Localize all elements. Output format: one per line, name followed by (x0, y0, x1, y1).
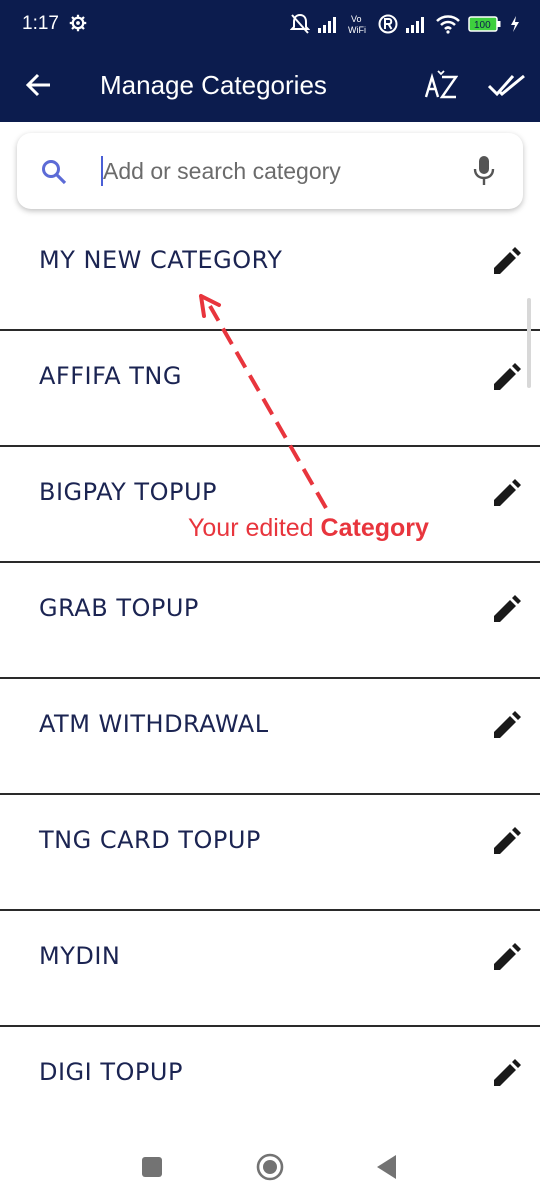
list-item[interactable]: AFFIFA TNG (0, 330, 540, 447)
svg-text:100: 100 (474, 20, 491, 31)
search-bar (17, 133, 523, 209)
annotation-text: Your edited (188, 514, 321, 542)
category-label: MY NEW CATEGORY (39, 246, 283, 274)
battery-icon: 100 (468, 16, 501, 32)
back-arrow-icon[interactable] (24, 70, 54, 100)
category-label: MYDIN (39, 942, 121, 970)
svg-text:Vo: Vo (351, 14, 362, 24)
registered-icon (378, 14, 398, 34)
status-bar: 1:17 Vo WiFi 100 (0, 0, 540, 50)
back-triangle-icon[interactable] (376, 1154, 398, 1180)
category-label: ATM WITHDRAWAL (39, 710, 269, 738)
annotation-text-bold: Category (320, 514, 429, 542)
category-label: DIGI TOPUP (39, 1058, 183, 1086)
edit-pencil-icon[interactable] (490, 1058, 522, 1090)
scrollbar[interactable] (527, 298, 531, 388)
list-item[interactable]: MYDIN (0, 910, 540, 1027)
category-label: TNG CARD TOPUP (39, 826, 261, 854)
wifi-icon (436, 15, 460, 34)
app-bar: Manage Categories (0, 50, 540, 122)
category-label: GRAB TOPUP (39, 594, 199, 622)
page-title: Manage Categories (100, 70, 327, 100)
list-item[interactable]: GRAB TOPUP (0, 562, 540, 679)
edit-pencil-icon[interactable] (490, 826, 522, 858)
home-circle-icon[interactable] (256, 1153, 284, 1181)
settings-gear-icon (69, 14, 87, 32)
list-item[interactable]: TNG CARD TOPUP (0, 794, 540, 911)
double-check-icon[interactable] (488, 72, 526, 100)
edit-pencil-icon[interactable] (490, 710, 522, 742)
list-item[interactable]: DIGI TOPUP (0, 1026, 540, 1142)
muted-bell-icon (290, 13, 310, 34)
vowifi-icon: Vo WiFi (348, 14, 366, 35)
status-time: 1:17 (22, 13, 59, 34)
category-label: BIGPAY TOPUP (39, 478, 217, 506)
annotation-label: Your edited Category (188, 514, 429, 543)
search-input[interactable] (103, 151, 443, 191)
edit-pencil-icon[interactable] (490, 478, 522, 510)
search-icon (42, 160, 67, 185)
recents-square-icon[interactable] (142, 1157, 162, 1177)
edit-pencil-icon[interactable] (490, 594, 522, 626)
edit-pencil-icon[interactable] (490, 246, 522, 278)
category-list: MY NEW CATEGORY AFFIFA TNG BIGPAY TOPUP … (0, 214, 540, 1142)
list-item[interactable]: MY NEW CATEGORY (0, 214, 540, 331)
category-label: AFFIFA TNG (39, 362, 182, 390)
status-icons: Vo WiFi 100 (290, 12, 520, 36)
edit-pencil-icon[interactable] (490, 362, 522, 394)
signal-icon-2 (406, 17, 424, 33)
system-nav-bar (0, 1130, 540, 1200)
charging-bolt-icon (511, 16, 519, 32)
sort-az-icon[interactable] (424, 69, 458, 103)
list-item[interactable]: ATM WITHDRAWAL (0, 678, 540, 795)
svg-text:WiFi: WiFi (348, 25, 366, 35)
list-item[interactable]: BIGPAY TOPUP (0, 446, 540, 563)
edit-pencil-icon[interactable] (490, 942, 522, 974)
signal-icon (318, 17, 336, 33)
microphone-icon[interactable] (471, 155, 497, 187)
